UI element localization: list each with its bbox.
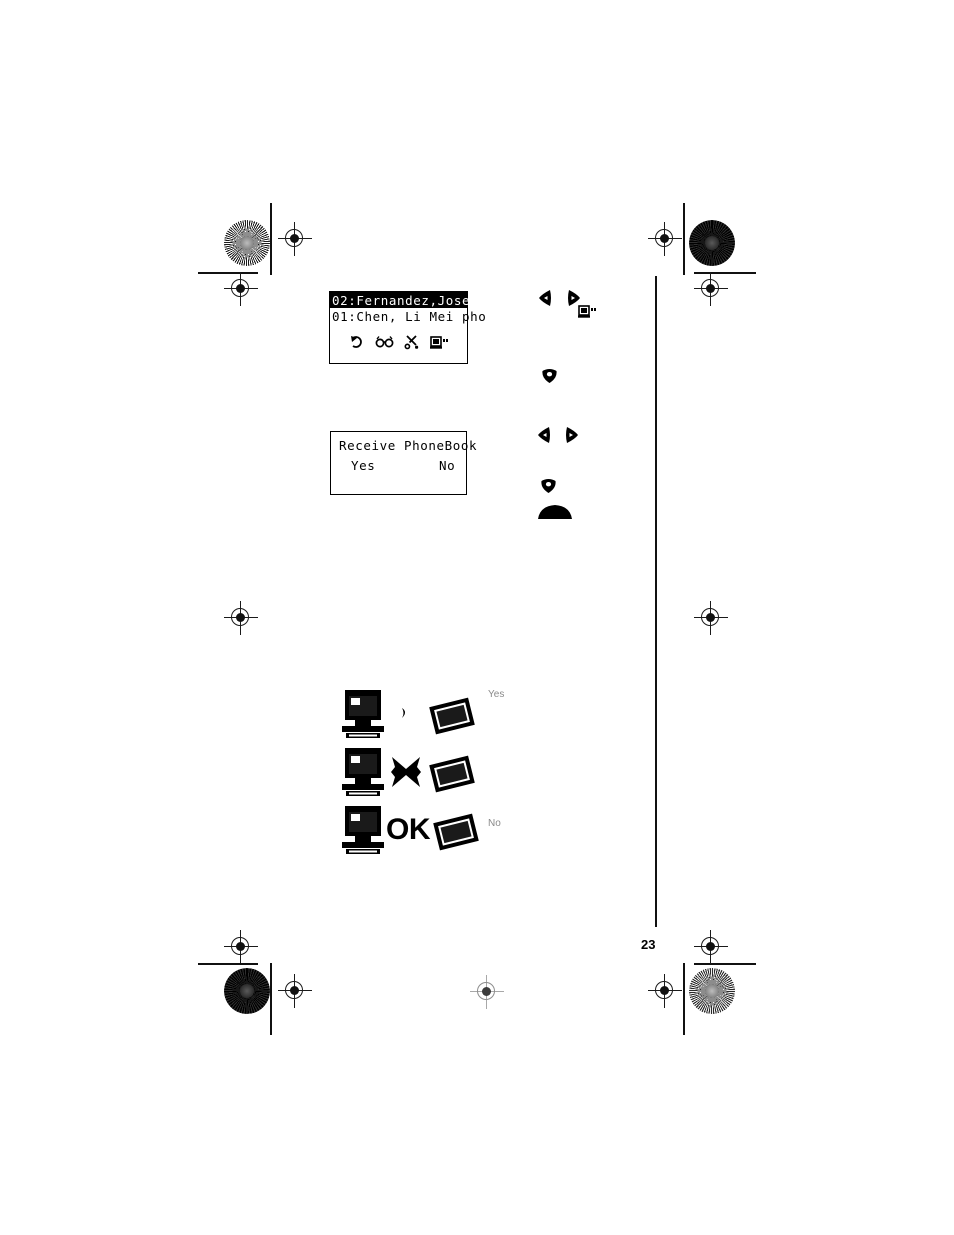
receive-phonebook-title: Receive PhoneBook <box>339 438 478 453</box>
registration-cross-top-right <box>648 222 682 256</box>
tilted-screen-icon <box>426 752 475 793</box>
registration-rosette-bottom-right <box>689 968 735 1014</box>
right-arrow-key[interactable] <box>564 426 579 444</box>
cross-dot <box>236 613 245 622</box>
option-no[interactable]: No <box>439 458 455 473</box>
registration-rosette-top-right <box>689 220 735 266</box>
registration-cross-bottom-center <box>470 975 504 1009</box>
computer-send-icon <box>429 333 449 351</box>
row-label-yes: Yes <box>488 689 505 700</box>
registration-rosette-top-left <box>224 220 270 266</box>
left-arrow-key[interactable] <box>538 289 553 307</box>
lcd-line-entry: 01:Chen, Li Mei pho <box>332 309 487 324</box>
transfer-ok-row: OK <box>340 804 479 856</box>
select-key[interactable] <box>540 368 559 384</box>
registration-cross-bottom-left-outer <box>278 974 312 1008</box>
scissors-icon <box>402 333 422 351</box>
cross-dot <box>236 284 245 293</box>
receive-phonebook-options: Yes No <box>331 458 466 473</box>
option-yes[interactable]: Yes <box>351 458 439 473</box>
tilted-screen-icon <box>430 810 479 851</box>
transfer-failed-cross-icon <box>386 752 426 792</box>
trim-line-vertical-left-bottom <box>270 963 272 1035</box>
lcd-line-selected: 02:Fernandez,Jose pa <box>330 292 495 308</box>
rotate-arrow-icon <box>348 333 368 351</box>
registration-cross-left-middle <box>224 601 258 635</box>
registration-cross-right-lower <box>694 930 728 964</box>
manual-page: 02:Fernandez,Jose pa 01:Chen, Li Mei pho <box>0 0 954 1235</box>
page-number: 23 <box>641 937 656 952</box>
registration-cross-left-upper <box>224 272 258 306</box>
receive-phonebook-screen: Receive PhoneBook Yes No <box>330 431 478 495</box>
content-column-rule <box>655 276 657 927</box>
cross-dot <box>706 284 715 293</box>
end-call-key[interactable] <box>537 503 572 519</box>
cross-dot <box>706 613 715 622</box>
trim-line-vertical-right-bottom <box>683 963 685 1035</box>
transfer-ok-label: OK <box>386 813 431 846</box>
glasses-icon <box>375 333 395 351</box>
registration-cross-left-lower <box>224 930 258 964</box>
trim-line-vertical-left-top <box>270 203 272 275</box>
cross-dot <box>290 234 299 243</box>
select-key[interactable] <box>539 478 558 494</box>
computer-send-icon <box>578 304 596 319</box>
registration-cross-bottom-right-outer <box>648 974 682 1008</box>
rosette-core <box>705 236 719 250</box>
desktop-computer-icon <box>340 804 386 856</box>
registration-cross-top-left <box>278 222 312 256</box>
cross-dot <box>660 234 669 243</box>
left-arrow-key[interactable] <box>537 426 552 444</box>
registration-rosette-bottom-left <box>224 968 270 1014</box>
cross-dot <box>482 987 491 996</box>
rosette-core <box>240 236 254 250</box>
transfer-arrow-icon <box>386 694 426 734</box>
lcd-icon-row <box>330 333 467 351</box>
tilted-screen-icon <box>426 694 475 735</box>
desktop-computer-icon <box>340 688 386 740</box>
cross-dot <box>236 942 245 951</box>
registration-cross-right-upper <box>694 272 728 306</box>
trim-line-horizontal-left-bottom <box>198 963 258 965</box>
transfer-in-progress-row <box>340 688 475 740</box>
phonebook-list-screen: 02:Fernandez,Jose pa 01:Chen, Li Mei pho <box>329 291 495 364</box>
cross-dot <box>290 986 299 995</box>
rosette-core <box>705 984 719 998</box>
trim-line-vertical-right-top <box>683 203 685 275</box>
row-label-no: No <box>488 818 501 829</box>
transfer-failed-row <box>340 746 475 798</box>
rosette-core <box>240 984 254 998</box>
cross-dot <box>706 942 715 951</box>
desktop-computer-icon <box>340 746 386 798</box>
cross-dot <box>660 986 669 995</box>
registration-cross-right-middle <box>694 601 728 635</box>
